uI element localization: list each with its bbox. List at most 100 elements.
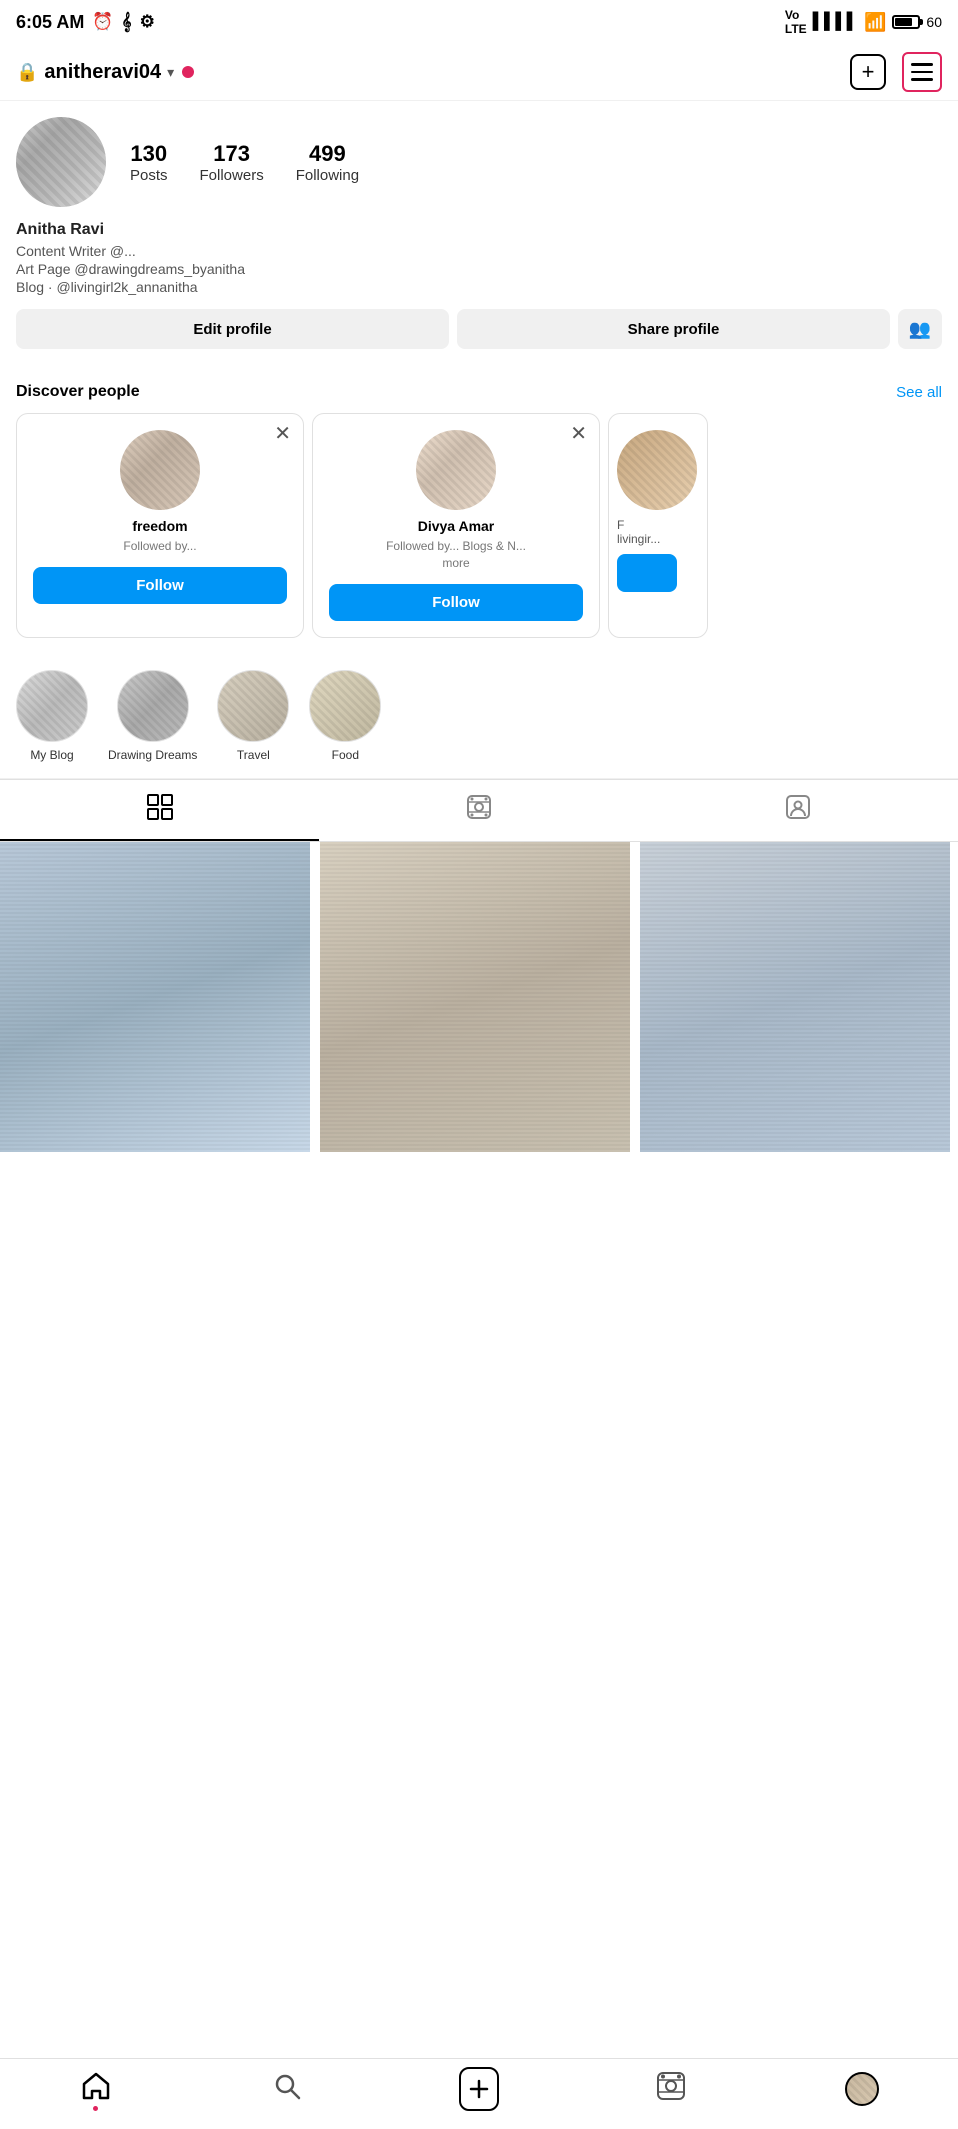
nav-reels[interactable] xyxy=(651,2069,691,2109)
bottom-navigation xyxy=(0,2058,958,2129)
menu-line-2 xyxy=(911,71,933,74)
stats-row: 130 Posts 173 Followers 499 Following xyxy=(130,141,942,184)
add-user-button[interactable]: 👥 xyxy=(898,309,942,349)
highlight-drawing[interactable]: Drawing Dreams xyxy=(108,670,197,762)
discover-card-1: ✕ freedom Followed by... Follow xyxy=(16,413,304,638)
card-avatar-2 xyxy=(416,430,496,510)
nav-home[interactable] xyxy=(76,2069,116,2109)
highlight-circle-1 xyxy=(16,670,88,742)
posts-grid xyxy=(0,842,958,1152)
followers-count: 173 xyxy=(213,141,250,167)
followers-stat[interactable]: 173 Followers xyxy=(200,141,264,184)
signal-icon: ▌▌▌▌ xyxy=(813,13,858,31)
bio-section: Anitha Ravi Content Writer @... Art Page… xyxy=(16,221,942,295)
home-notification-dot xyxy=(93,2106,98,2111)
status-bar: 6:05 AM ⏰ 𝄞 ⚙ VoLTE ▌▌▌▌ 📶 60 xyxy=(0,0,958,44)
reels-icon xyxy=(466,794,492,827)
see-all-link[interactable]: See all xyxy=(896,384,942,401)
card-avatar-1 xyxy=(120,430,200,510)
nav-profile[interactable] xyxy=(842,2069,882,2109)
profile-name: Anitha Ravi xyxy=(16,221,942,239)
card-partial-avatar xyxy=(617,430,697,510)
battery-level: 60 xyxy=(926,14,942,30)
highlight-circle-2 xyxy=(117,670,189,742)
alarm-icon: ⏰ xyxy=(92,12,113,32)
nav-search[interactable] xyxy=(267,2069,307,2109)
plus-icon: + xyxy=(862,59,875,85)
highlight-circle-3 xyxy=(217,670,289,742)
wifi-icon: 📶 xyxy=(864,12,886,33)
posts-label: Posts xyxy=(130,167,168,184)
discover-title: Discover people xyxy=(16,383,140,401)
tab-grid[interactable] xyxy=(0,780,319,841)
highlight-label-3: Travel xyxy=(237,748,270,762)
follow-button-1[interactable]: Follow xyxy=(33,567,287,604)
follow-button-3[interactable] xyxy=(617,554,677,592)
highlight-label-1: My Blog xyxy=(30,748,73,762)
profile-top: 130 Posts 173 Followers 499 Following xyxy=(16,117,942,207)
post-cell-1[interactable] xyxy=(0,842,310,1152)
follow-button-2[interactable]: Follow xyxy=(329,584,583,621)
tab-reels[interactable] xyxy=(319,780,638,841)
search-icon xyxy=(272,2071,302,2108)
status-time: 6:05 AM ⏰ 𝄞 ⚙ xyxy=(16,12,155,33)
highlights-section: My Blog Drawing Dreams Travel Food xyxy=(0,654,958,779)
add-post-icon xyxy=(459,2067,499,2111)
highlight-label-4: Food xyxy=(332,748,359,762)
nav-left: 🔒 anitheravi04 ▾ xyxy=(16,61,194,84)
followers-label: Followers xyxy=(200,167,264,184)
home-icon xyxy=(81,2071,111,2108)
discover-cards: ✕ freedom Followed by... Follow ✕ Divya … xyxy=(16,413,942,638)
music-icon: 𝄞 xyxy=(122,12,132,32)
top-navigation: 🔒 anitheravi04 ▾ + xyxy=(0,44,958,101)
card-desc-2: Followed by... Blogs & N...more xyxy=(386,538,526,572)
battery-icon xyxy=(892,15,920,29)
menu-button[interactable] xyxy=(902,52,942,92)
new-post-button[interactable]: + xyxy=(850,54,886,90)
posts-count: 130 xyxy=(130,141,167,167)
highlight-travel[interactable]: Travel xyxy=(217,670,289,762)
profile-avatar[interactable] xyxy=(16,117,106,207)
username-area[interactable]: 🔒 anitheravi04 ▾ xyxy=(16,61,174,84)
bio-line-2: Art Page @drawingdreams_byanitha xyxy=(16,261,942,277)
post-cell-2[interactable] xyxy=(320,842,630,1152)
profile-actions: Edit profile Share profile 👥 xyxy=(16,309,942,349)
discover-section: Discover people See all ✕ freedom Follow… xyxy=(0,383,958,638)
edit-profile-button[interactable]: Edit profile xyxy=(16,309,449,349)
highlight-food[interactable]: Food xyxy=(309,670,381,762)
highlight-circle-4 xyxy=(309,670,381,742)
close-card-2-button[interactable]: ✕ xyxy=(570,424,587,444)
volte-icon: VoLTE xyxy=(785,8,807,36)
content-tabs xyxy=(0,779,958,842)
tab-tagged[interactable] xyxy=(639,780,958,841)
nav-add[interactable] xyxy=(459,2069,499,2109)
add-person-icon: 👥 xyxy=(909,319,931,340)
card-desc-1: Followed by... xyxy=(123,538,196,555)
notification-dot xyxy=(182,66,194,78)
following-stat[interactable]: 499 Following xyxy=(296,141,359,184)
menu-line-3 xyxy=(911,78,933,81)
post-cell-3[interactable] xyxy=(640,842,950,1152)
bio-line-1: Content Writer @... xyxy=(16,243,942,259)
posts-stat[interactable]: 130 Posts xyxy=(130,141,168,184)
following-count: 499 xyxy=(309,141,346,167)
lock-icon: 🔒 xyxy=(16,62,38,83)
profile-nav-avatar xyxy=(845,2072,879,2106)
close-card-1-button[interactable]: ✕ xyxy=(274,424,291,444)
settings-icon: ⚙ xyxy=(140,12,155,32)
nav-right: + xyxy=(850,52,942,92)
profile-section: 130 Posts 173 Followers 499 Following An… xyxy=(0,101,958,383)
highlight-label-2: Drawing Dreams xyxy=(108,748,197,762)
discover-card-3-partial: Flivingir... xyxy=(608,413,708,638)
chevron-down-icon: ▾ xyxy=(167,64,174,81)
username-label: anitheravi04 xyxy=(44,61,161,84)
reels-nav-icon xyxy=(656,2071,686,2108)
tagged-icon xyxy=(785,794,811,827)
card-partial-text: Flivingir... xyxy=(617,518,660,546)
following-label: Following xyxy=(296,167,359,184)
discover-card-2: ✕ Divya Amar Followed by... Blogs & N...… xyxy=(312,413,600,638)
menu-line-1 xyxy=(911,63,933,66)
highlight-blog[interactable]: My Blog xyxy=(16,670,88,762)
share-profile-button[interactable]: Share profile xyxy=(457,309,890,349)
card-username-2: Divya Amar xyxy=(418,518,495,534)
